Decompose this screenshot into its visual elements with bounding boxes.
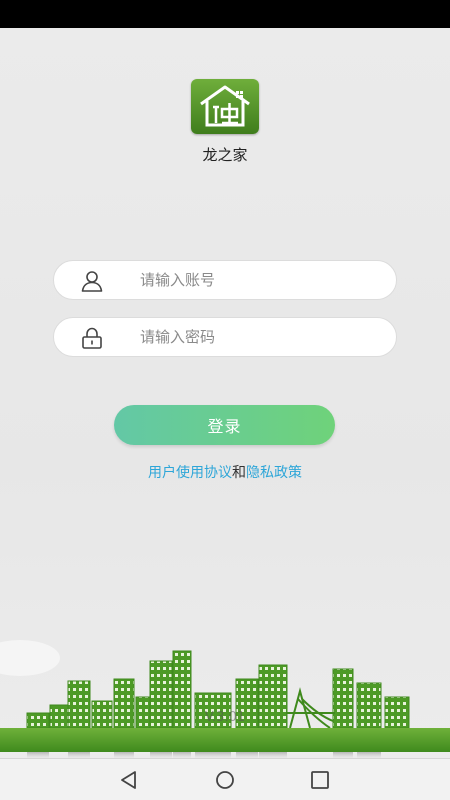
agreement-conjunction: 和 bbox=[232, 465, 246, 481]
recent-square-icon[interactable] bbox=[306, 767, 334, 793]
password-input[interactable] bbox=[140, 318, 380, 356]
login-button[interactable]: 登录 bbox=[114, 405, 335, 445]
account-field[interactable] bbox=[53, 260, 397, 300]
house-logo-icon bbox=[191, 79, 259, 134]
login-screen: 龙之家 登录 用户使用协议和隐私政策 bbox=[0, 28, 450, 758]
app-name: 龙之家 bbox=[202, 146, 248, 164]
version-label: V.3.01 bbox=[204, 710, 246, 725]
password-field[interactable] bbox=[53, 317, 397, 357]
account-input[interactable] bbox=[140, 261, 380, 299]
status-bar bbox=[0, 0, 450, 28]
lock-icon bbox=[82, 327, 102, 349]
privacy-policy-link[interactable]: 隐私政策 bbox=[246, 465, 302, 481]
back-triangle-icon[interactable] bbox=[115, 767, 143, 793]
user-icon bbox=[81, 271, 103, 292]
home-circle-icon[interactable] bbox=[211, 767, 239, 793]
city-skyline-illustration bbox=[0, 640, 450, 758]
system-navigation-bar bbox=[0, 758, 450, 800]
user-agreement-link[interactable]: 用户使用协议 bbox=[148, 465, 232, 481]
agreement-text: 用户使用协议和隐私政策 bbox=[0, 462, 450, 482]
